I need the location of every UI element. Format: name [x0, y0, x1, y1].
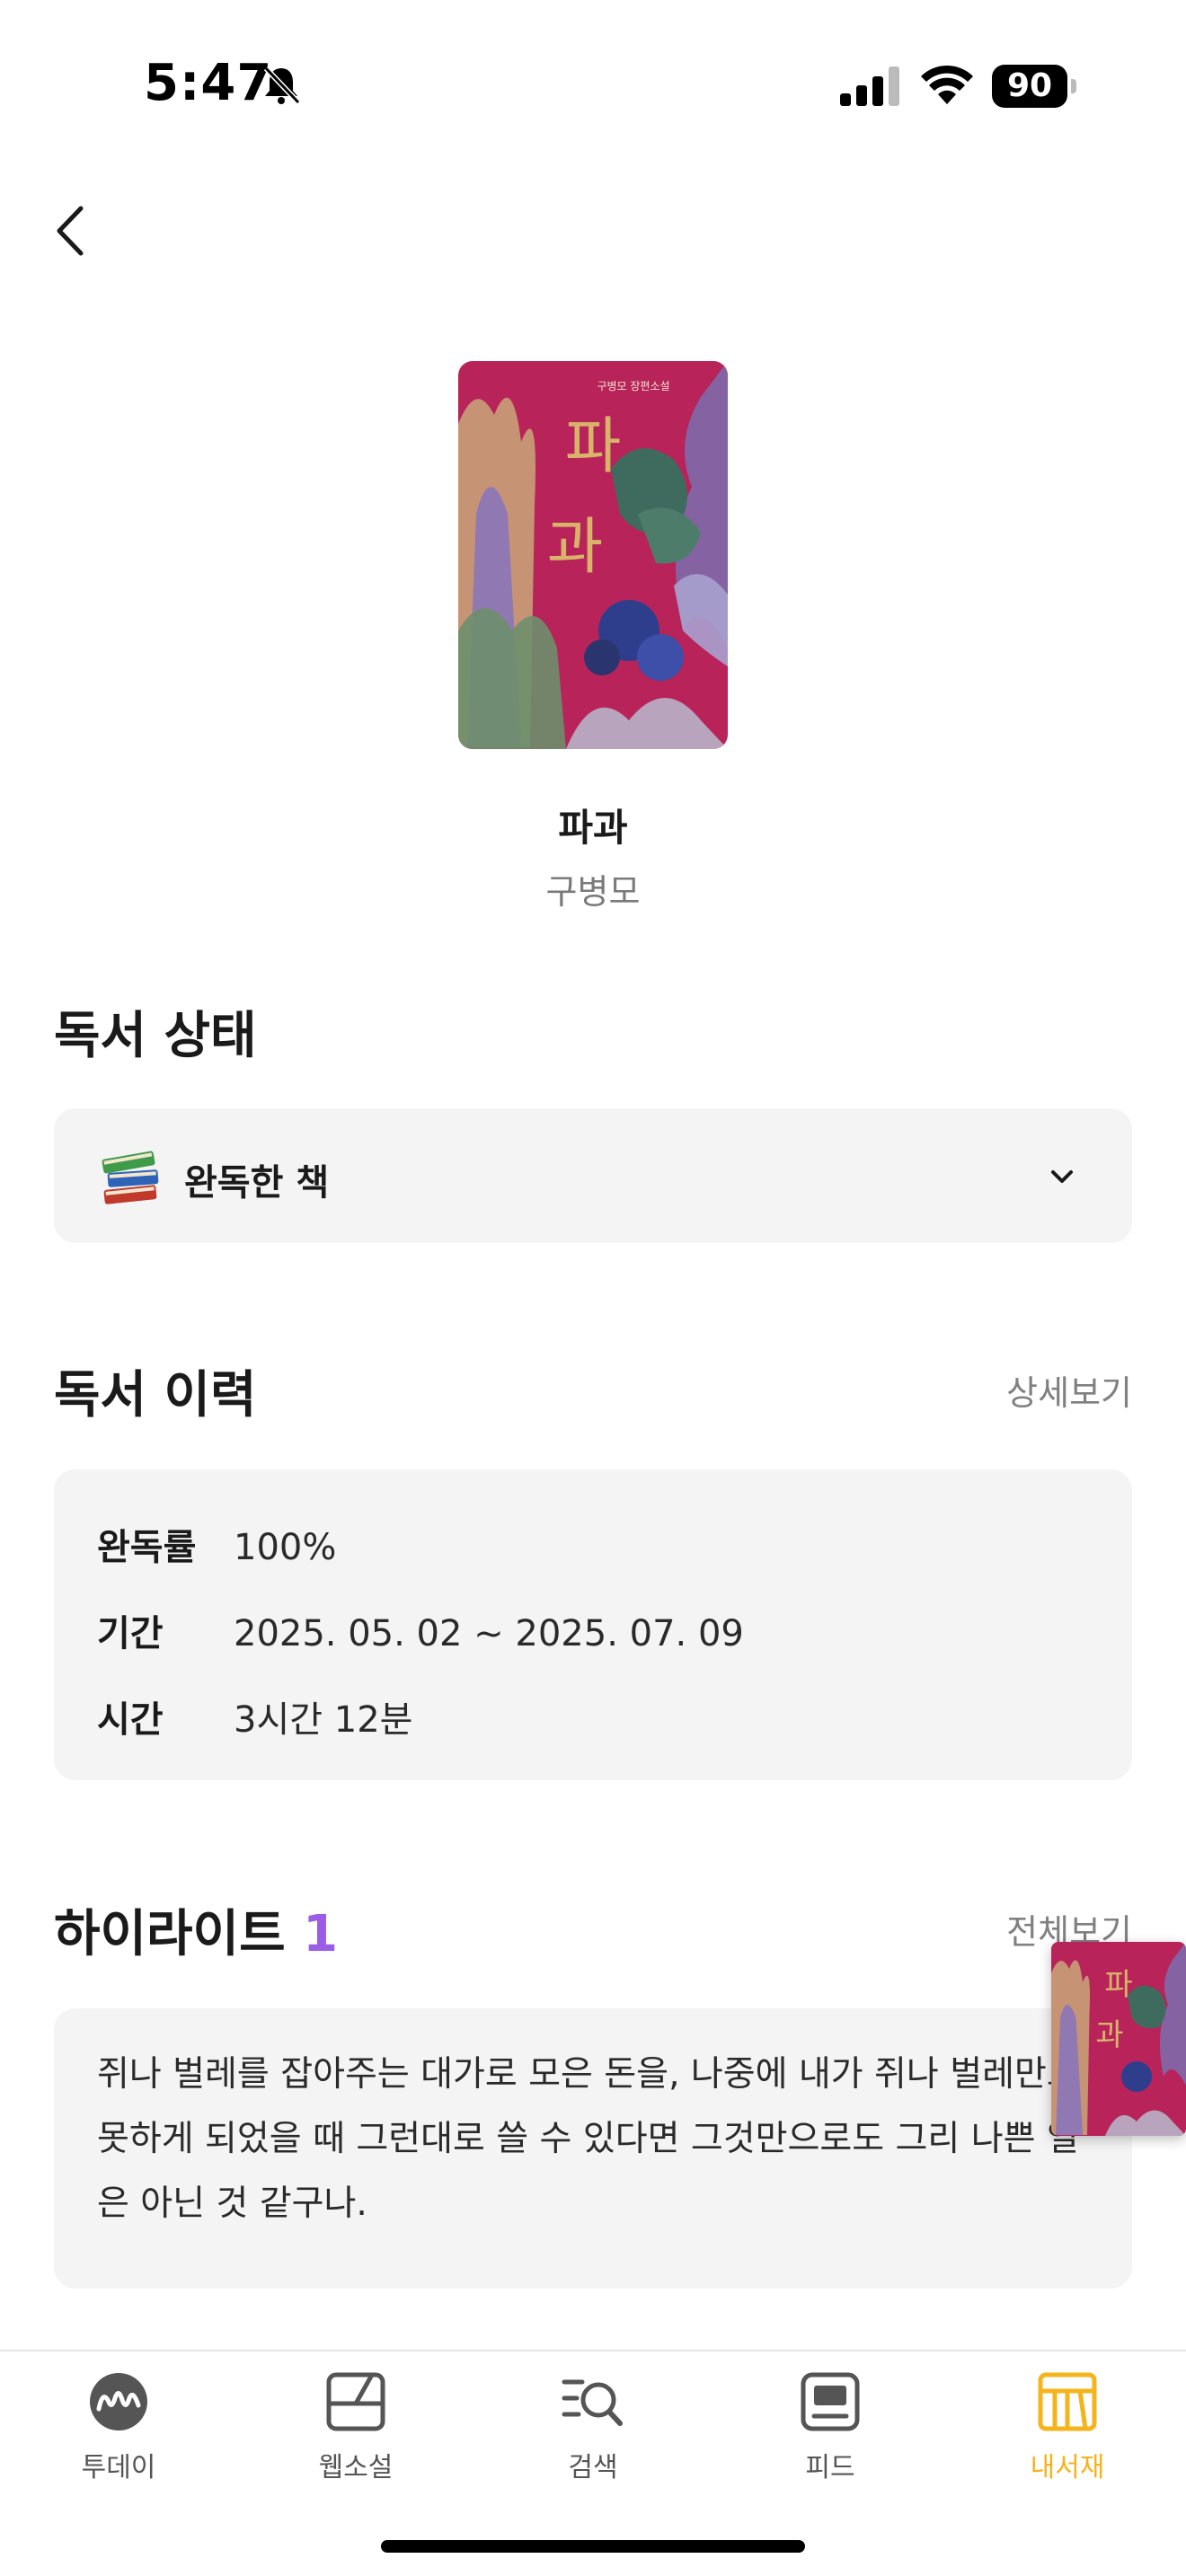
reading-history-detail-link[interactable]: 상세보기 [1006, 1365, 1132, 1415]
svg-text:파: 파 [1104, 1967, 1132, 2003]
highlights-count: 1 [303, 1905, 339, 1963]
tab-label: 검색 [568, 2452, 618, 2483]
highlight-text: 쥐나 벌레를 잡아주는 대가로 모은 돈을, 나중에 내가 쥐나 벌레만도 못하… [97, 2054, 1079, 2224]
reading-status-title: 독서 상태 [54, 1007, 257, 1065]
history-value: 100% [234, 1527, 337, 1568]
book-title: 파과 [558, 806, 628, 850]
feed-icon [801, 2372, 860, 2431]
cellular-signal-icon [840, 66, 899, 106]
tab-label: 웹소설 [318, 2452, 394, 2483]
history-row-completion: 완독률 100% [97, 1518, 336, 1570]
history-key: 시간 [97, 1699, 164, 1741]
history-key: 완독률 [97, 1527, 197, 1568]
battery-level: 90 [992, 65, 1067, 108]
floating-book-cover[interactable]: 파 과 [1051, 1942, 1186, 2136]
svg-text:과: 과 [1095, 2017, 1123, 2053]
cover-title-char-1: 파 [565, 411, 622, 482]
history-value: 3시간 12분 [234, 1699, 413, 1741]
tab-search[interactable]: 검색 [503, 2369, 683, 2504]
today-icon [90, 2373, 147, 2430]
book-cover: 파 과 구병모 장편소설 [458, 361, 728, 749]
reading-status-value: 완독한 책 [184, 1162, 330, 1204]
web-novel-icon [326, 2372, 385, 2431]
chevron-down-icon [1051, 1170, 1073, 1183]
tab-library[interactable]: 내서재 [978, 2369, 1157, 2504]
history-row-period: 기간 2025. 05. 02 ~ 2025. 07. 09 [97, 1604, 744, 1656]
history-value: 2025. 05. 02 ~ 2025. 07. 09 [234, 1613, 744, 1654]
cover-subtitle: 구병모 장편소설 [597, 380, 669, 393]
tab-today[interactable]: 투데이 [29, 2369, 208, 2504]
wifi-icon [921, 65, 973, 104]
reading-history-title: 독서 이력 [54, 1366, 257, 1425]
books-icon [102, 1151, 159, 1204]
tab-label: 내서재 [1030, 2452, 1105, 2483]
library-icon [1038, 2372, 1097, 2431]
battery-icon: 90 [992, 65, 1078, 108]
history-key: 기간 [97, 1613, 164, 1654]
book-author: 구병모 [545, 872, 641, 912]
cover-title-char-2: 과 [547, 512, 604, 583]
status-bar: 5:47 90 [0, 0, 1186, 171]
tab-label: 투데이 [81, 2452, 156, 2483]
highlight-card[interactable]: 쥐나 벌레를 잡아주는 대가로 모은 돈을, 나중에 내가 쥐나 벌레만도 못하… [54, 2008, 1132, 2289]
back-arrow-icon[interactable] [45, 199, 99, 262]
bell-muted-icon [263, 66, 301, 105]
reading-history-card: 완독률 100% 기간 2025. 05. 02 ~ 2025. 07. 09 시간… [54, 1469, 1132, 1780]
highlights-title: 하이라이트 1 [54, 1893, 338, 1966]
history-row-time: 시간 3시간 12분 [97, 1690, 412, 1742]
status-time: 5:47 [144, 54, 273, 112]
search-icon [562, 2379, 623, 2426]
tab-feed[interactable]: 피드 [740, 2369, 920, 2504]
highlights-title-text: 하이라이트 [54, 1905, 286, 1963]
tab-web-novel[interactable]: 웹소설 [266, 2369, 446, 2504]
home-indicator [381, 2540, 805, 2553]
reading-status-dropdown[interactable]: 완독한 책 [54, 1108, 1132, 1243]
tab-label: 피드 [805, 2452, 855, 2483]
